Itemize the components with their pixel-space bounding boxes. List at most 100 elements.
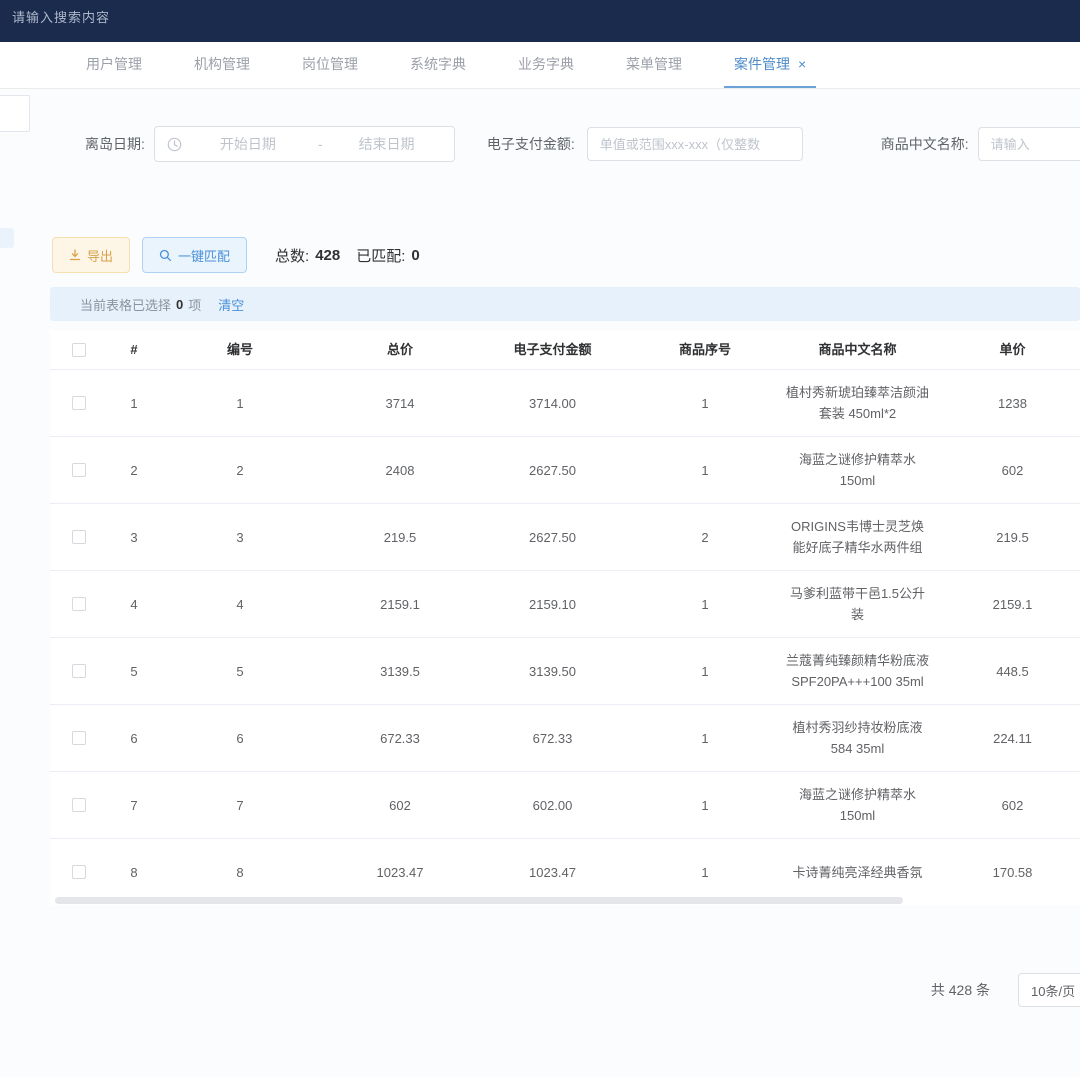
product-name-filter-label: 商品中文名称: bbox=[881, 134, 969, 154]
cell-payment: 2627.50 bbox=[480, 437, 625, 503]
cell-payment: 672.33 bbox=[480, 705, 625, 771]
cell-payment: 3714.00 bbox=[480, 370, 625, 436]
table-row: 442159.12159.101马爹利蓝带干邑1.5公升装2159.1 bbox=[50, 571, 1080, 638]
cell-code: 8 bbox=[160, 839, 320, 905]
column-header: 总价 bbox=[320, 330, 480, 369]
horizontal-scrollbar[interactable] bbox=[55, 897, 903, 904]
clear-selection-link[interactable]: 清空 bbox=[218, 295, 244, 314]
date-filter-label: 离岛日期: bbox=[85, 134, 145, 154]
one-click-match-button[interactable]: 一键匹配 bbox=[142, 237, 247, 273]
column-header: # bbox=[108, 330, 160, 369]
table-header-row: #编号总价电子支付金额商品序号商品中文名称单价 bbox=[50, 330, 1080, 370]
date-separator: - bbox=[318, 136, 323, 152]
cell-seq: 1 bbox=[625, 571, 785, 637]
selection-count: 0 bbox=[176, 297, 183, 312]
cell-seq: 1 bbox=[625, 638, 785, 704]
tab-2[interactable]: 机构管理 bbox=[168, 42, 276, 88]
tab-3[interactable]: 岗位管理 bbox=[276, 42, 384, 88]
row-checkbox[interactable] bbox=[72, 865, 86, 879]
cell-name: 卡诗菁纯亮泽经典香氛 bbox=[785, 839, 930, 905]
table-row: 33219.52627.502ORIGINS韦博士灵芝焕能好底子精华水两件组21… bbox=[50, 504, 1080, 571]
left-edge-artifact bbox=[0, 228, 14, 248]
row-checkbox[interactable] bbox=[72, 664, 86, 678]
cell-total: 3139.5 bbox=[320, 638, 480, 704]
row-checkbox-cell bbox=[50, 571, 108, 637]
cell-price: 219.5 bbox=[930, 504, 1080, 570]
cell-name: 海蓝之谜修护精萃水 150ml bbox=[785, 772, 930, 838]
table-row: 881023.471023.471卡诗菁纯亮泽经典香氛170.58 bbox=[50, 839, 1080, 905]
row-checkbox-cell bbox=[50, 705, 108, 771]
page-size-select[interactable]: 10条/页 bbox=[1018, 973, 1080, 1007]
total-label: 总数: bbox=[275, 245, 309, 266]
table-row: 66672.33672.331植村秀羽纱持妆粉底液 584 35ml224.11 bbox=[50, 705, 1080, 772]
cell-price: 1238 bbox=[930, 370, 1080, 436]
table-row: 1137143714.001植村秀新琥珀臻萃洁颜油套装 450ml*21238 bbox=[50, 370, 1080, 437]
cell-code: 5 bbox=[160, 638, 320, 704]
tab-close-icon[interactable]: × bbox=[798, 56, 806, 72]
date-end-placeholder[interactable]: 结束日期 bbox=[359, 134, 415, 154]
cell-seq: 1 bbox=[625, 437, 785, 503]
global-search-input[interactable]: 请输入搜索内容 bbox=[12, 7, 110, 26]
cell-price: 224.11 bbox=[930, 705, 1080, 771]
matched-value: 0 bbox=[411, 247, 419, 264]
row-checkbox[interactable] bbox=[72, 463, 86, 477]
selection-prefix: 当前表格已选择 bbox=[80, 295, 171, 314]
cell-name: ORIGINS韦博士灵芝焕能好底子精华水两件组 bbox=[785, 504, 930, 570]
column-header: 单价 bbox=[930, 330, 1080, 369]
payment-filter-label: 电子支付金额: bbox=[487, 134, 575, 154]
row-checkbox[interactable] bbox=[72, 597, 86, 611]
top-header-bar: 请输入搜索内容 bbox=[0, 0, 1080, 42]
cell-name: 兰蔻菁纯臻颜精华粉底液SPF20PA+++100 35ml bbox=[785, 638, 930, 704]
cell-num: 7 bbox=[108, 772, 160, 838]
export-button-label: 导出 bbox=[87, 246, 113, 265]
cell-num: 3 bbox=[108, 504, 160, 570]
tab-4[interactable]: 系统字典 bbox=[384, 42, 492, 88]
cell-name: 植村秀新琥珀臻萃洁颜油套装 450ml*2 bbox=[785, 370, 930, 436]
cell-payment: 3139.50 bbox=[480, 638, 625, 704]
row-checkbox[interactable] bbox=[72, 731, 86, 745]
cell-code: 4 bbox=[160, 571, 320, 637]
row-checkbox[interactable] bbox=[72, 530, 86, 544]
tab-6[interactable]: 菜单管理 bbox=[600, 42, 708, 88]
select-all-checkbox[interactable] bbox=[72, 343, 86, 357]
row-checkbox-cell bbox=[50, 772, 108, 838]
cell-total: 1023.47 bbox=[320, 839, 480, 905]
column-header: 商品序号 bbox=[625, 330, 785, 369]
tab-label: 业务字典 bbox=[518, 56, 574, 72]
table-row: 553139.53139.501兰蔻菁纯臻颜精华粉底液SPF20PA+++100… bbox=[50, 638, 1080, 705]
cell-seq: 1 bbox=[625, 370, 785, 436]
column-header: 电子支付金额 bbox=[480, 330, 625, 369]
download-icon bbox=[69, 249, 81, 261]
date-range-input[interactable]: 开始日期 - 结束日期 bbox=[154, 126, 455, 162]
tab-label: 岗位管理 bbox=[302, 56, 358, 72]
column-header: 编号 bbox=[160, 330, 320, 369]
cell-num: 5 bbox=[108, 638, 160, 704]
toolbar: 导出 一键匹配 总数: 428 已匹配: 0 bbox=[52, 237, 420, 273]
cell-payment: 2159.10 bbox=[480, 571, 625, 637]
cell-num: 8 bbox=[108, 839, 160, 905]
cell-total: 672.33 bbox=[320, 705, 480, 771]
date-start-placeholder[interactable]: 开始日期 bbox=[220, 134, 276, 154]
cell-code: 2 bbox=[160, 437, 320, 503]
product-name-input[interactable] bbox=[978, 127, 1080, 161]
tab-label: 机构管理 bbox=[194, 56, 250, 72]
tab-5[interactable]: 业务字典 bbox=[492, 42, 600, 88]
cell-price: 602 bbox=[930, 772, 1080, 838]
cell-num: 2 bbox=[108, 437, 160, 503]
tab-bar: 用户管理 机构管理 岗位管理 系统字典 业务字典 菜单管理案件管理× bbox=[0, 42, 1080, 89]
row-checkbox[interactable] bbox=[72, 798, 86, 812]
payment-amount-input[interactable] bbox=[587, 127, 803, 161]
export-button[interactable]: 导出 bbox=[52, 237, 130, 273]
cell-seq: 1 bbox=[625, 839, 785, 905]
cell-total: 2408 bbox=[320, 437, 480, 503]
cell-code: 3 bbox=[160, 504, 320, 570]
cell-price: 602 bbox=[930, 437, 1080, 503]
row-checkbox[interactable] bbox=[72, 396, 86, 410]
cell-total: 2159.1 bbox=[320, 571, 480, 637]
page-size-value: 10条/页 bbox=[1031, 981, 1075, 1000]
tab-7[interactable]: 案件管理× bbox=[708, 42, 832, 88]
cell-seq: 1 bbox=[625, 705, 785, 771]
selection-suffix: 项 bbox=[188, 295, 201, 314]
cell-seq: 2 bbox=[625, 504, 785, 570]
tab-1[interactable]: 用户管理 bbox=[60, 42, 168, 88]
